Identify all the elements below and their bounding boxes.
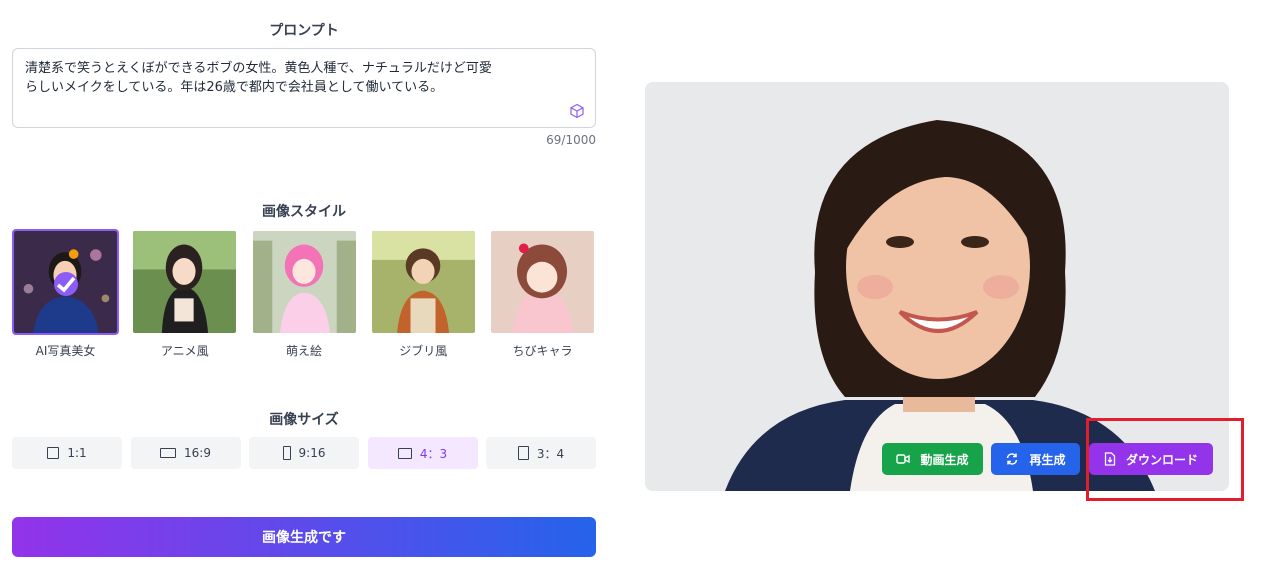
portrait-ratio-icon xyxy=(517,446,529,460)
style-label-moe: 萌え絵 xyxy=(285,344,322,358)
style-thumbnail-moe xyxy=(251,229,358,335)
prompt-text-line-2: らしいメイクをしている。年は26歳で都内で会社員として働いている。 xyxy=(25,80,444,95)
prompt-text-line-1: 清楚系で笑うとえくぼができるボブの女性。黄色人種で、ナチュラルだけど可愛 xyxy=(25,61,492,76)
generator-page: プロンプト 清楚系で笑うとえくぼができるボブの女性。黄色人種で、ナチュラルだけど… xyxy=(0,0,1261,564)
video-generate-button[interactable]: 動画生成 xyxy=(882,443,983,475)
style-label-ai-photo: AI写真美女 xyxy=(35,344,96,358)
size-label-16-9: 16:9 xyxy=(184,446,211,460)
ghibli-thumbnail-image xyxy=(371,231,475,333)
size-option-1-1[interactable]: 1:1 xyxy=(12,437,122,469)
size-section-title: 画像サイズ xyxy=(269,412,339,428)
style-option-ghibli[interactable]: ジブリ風 xyxy=(370,229,477,359)
char-counter: 69/1000 xyxy=(546,133,596,147)
refresh-icon xyxy=(1007,453,1018,465)
style-option-moe[interactable]: 萌え絵 xyxy=(251,229,358,359)
anime-thumbnail-image xyxy=(133,231,237,333)
style-label-chibi: ちびキャラ xyxy=(512,344,573,358)
regenerate-label: 再生成 xyxy=(1029,452,1066,467)
moe-thumbnail-image xyxy=(252,231,356,333)
size-label-9-16: 9:16 xyxy=(298,446,326,460)
cube-magic-icon[interactable] xyxy=(569,103,585,119)
size-label-4-3: 4：3 xyxy=(419,446,448,461)
style-thumbnail-ghibli xyxy=(370,229,477,335)
size-label-1-1: 1:1 xyxy=(67,446,87,460)
style-thumbnail-anime xyxy=(131,229,238,335)
size-label-3-4: 3：4 xyxy=(536,446,565,461)
video-camera-icon xyxy=(896,454,911,464)
prompt-textarea[interactable]: 清楚系で笑うとえくぼができるボブの女性。黄色人種で、ナチュラルだけど可愛 らしい… xyxy=(12,48,596,128)
style-option-anime[interactable]: アニメ風 xyxy=(131,229,238,359)
size-option-4-3[interactable]: 4：3 xyxy=(367,437,478,469)
landscape-ratio-icon xyxy=(397,447,412,459)
generate-image-button[interactable]: 画像生成です xyxy=(12,517,596,557)
video-generate-label: 動画生成 xyxy=(920,452,969,467)
size-option-9-16[interactable]: 9:16 xyxy=(249,437,359,469)
style-label-ghibli: ジブリ風 xyxy=(399,344,448,358)
size-options: 1:1 16:9 9:16 4：3 3：4 xyxy=(12,437,596,469)
regenerate-button[interactable]: 再生成 xyxy=(991,443,1080,475)
size-option-3-4[interactable]: 3：4 xyxy=(486,437,596,469)
selected-check-icon xyxy=(53,272,78,296)
style-thumbnail-chibi xyxy=(489,229,596,335)
chibi-thumbnail-image xyxy=(491,231,594,333)
highlight-box xyxy=(1086,418,1244,501)
tall-ratio-icon xyxy=(282,446,291,460)
style-label-anime: アニメ風 xyxy=(160,344,209,358)
style-option-ai-photo[interactable]: AI写真美女 xyxy=(12,229,119,359)
style-option-chibi[interactable]: ちびキャラ xyxy=(489,229,596,359)
prompt-title: プロンプト xyxy=(269,23,339,39)
style-section-title: 画像スタイル xyxy=(262,204,346,220)
square-ratio-icon xyxy=(47,447,60,459)
style-options: AI写真美女 アニメ風 萌え絵 ジブリ風 ちびキャラ xyxy=(12,229,596,359)
wide-ratio-icon xyxy=(160,448,177,458)
size-option-16-9[interactable]: 16:9 xyxy=(130,437,241,469)
style-thumbnail-ai-photo xyxy=(12,229,119,335)
